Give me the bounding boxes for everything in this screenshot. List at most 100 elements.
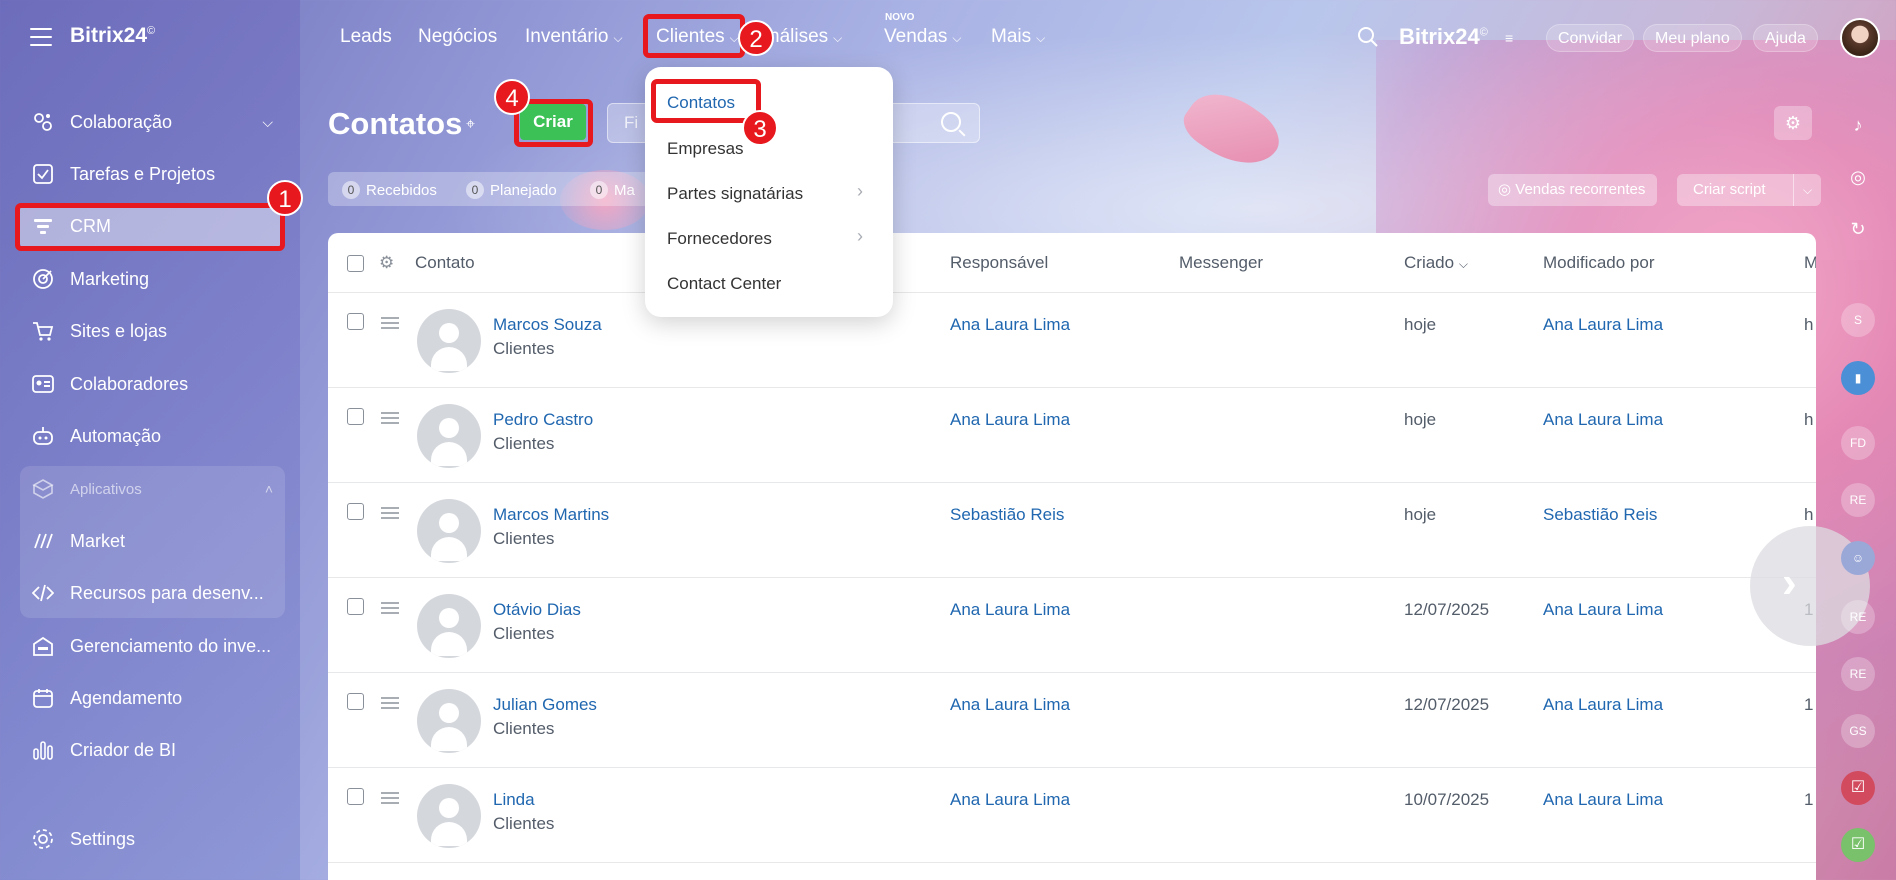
sliders-icon[interactable]: ≡: [1505, 30, 1513, 46]
brand-logo[interactable]: Bitrix24©: [1399, 24, 1488, 50]
copilot-icon[interactable]: ◎: [1841, 160, 1875, 194]
bell-icon[interactable]: ♪: [1841, 108, 1875, 142]
menu-item-empresas[interactable]: Empresas: [667, 139, 744, 159]
counter-more[interactable]: 0 Ma: [590, 181, 635, 199]
counter-received[interactable]: 0 Recebidos: [342, 181, 437, 199]
search-icon[interactable]: [941, 112, 961, 132]
drag-handle-icon[interactable]: [381, 412, 399, 424]
select-all-checkbox[interactable]: [347, 255, 364, 272]
sidebar-item-settings[interactable]: Settings: [20, 816, 285, 862]
table-row[interactable]: Marcos Martins Clientes Sebastião Reis h…: [328, 483, 1816, 578]
column-contato[interactable]: Contato: [415, 253, 475, 273]
contact-name[interactable]: Pedro Castro: [493, 410, 593, 430]
sidebar-item-colaboracao[interactable]: Colaboração ⌵: [20, 99, 285, 145]
column-settings-icon[interactable]: ⚙: [379, 253, 394, 273]
sidebar-item-market[interactable]: Market: [20, 518, 285, 564]
help-button[interactable]: Ajuda: [1753, 24, 1818, 52]
table-row[interactable]: Linda Clientes Ana Laura Lima 10/07/2025…: [328, 768, 1816, 863]
drag-handle-icon[interactable]: [381, 697, 399, 709]
rail-avatar[interactable]: ☺: [1841, 541, 1875, 575]
pin-icon[interactable]: ⌖: [466, 116, 475, 134]
sidebar-item-automacao[interactable]: Automação: [20, 413, 285, 459]
nav-negocios[interactable]: Negócios: [418, 26, 497, 48]
sidebar-item-agendamento[interactable]: Agendamento: [20, 675, 285, 721]
nav-analises[interactable]: nálises ⌵: [769, 26, 842, 48]
owner-link[interactable]: Ana Laura Lima: [950, 315, 1070, 335]
menu-icon[interactable]: [30, 28, 52, 46]
chevron-down-icon[interactable]: ⌵: [1793, 174, 1821, 206]
sidebar-item-inventario[interactable]: Gerenciamento do inve...: [20, 623, 285, 669]
modified-by-link[interactable]: Ana Laura Lima: [1543, 695, 1663, 715]
contact-name[interactable]: Marcos Martins: [493, 505, 609, 525]
create-script-button[interactable]: Criar script ⌵: [1677, 174, 1821, 206]
nav-leads[interactable]: Leads: [340, 26, 392, 48]
contact-name[interactable]: Marcos Souza: [493, 315, 602, 335]
modified-by-link[interactable]: Ana Laura Lima: [1543, 410, 1663, 430]
sidebar-item-recursos[interactable]: Recursos para desenv...: [20, 570, 285, 616]
contact-name[interactable]: Linda: [493, 790, 535, 810]
recurring-sales-button[interactable]: ◎ Vendas recorrentes: [1488, 174, 1658, 206]
sidebar-item-aplicativos[interactable]: Aplicativos ˄: [20, 466, 285, 512]
table-row[interactable]: Pedro Castro Clientes Ana Laura Lima hoj…: [328, 388, 1816, 483]
row-checkbox[interactable]: [347, 598, 364, 615]
settings-gear-button[interactable]: ⚙: [1774, 106, 1812, 140]
drag-handle-icon[interactable]: [381, 317, 399, 329]
drag-handle-icon[interactable]: [381, 792, 399, 804]
modified-by-link[interactable]: Ana Laura Lima: [1543, 600, 1663, 620]
row-checkbox[interactable]: [347, 408, 364, 425]
table-row[interactable]: Marcos Souza Clientes Ana Laura Lima hoj…: [328, 293, 1816, 388]
search-icon[interactable]: [1357, 26, 1379, 53]
user-avatar[interactable]: [1840, 18, 1880, 58]
done-rail-icon[interactable]: ☑: [1841, 828, 1875, 862]
table-row[interactable]: Julian Gomes Clientes Ana Laura Lima 12/…: [328, 673, 1816, 768]
rail-avatar[interactable]: RE: [1841, 483, 1875, 517]
nav-vendas[interactable]: Vendas ⌵: [884, 26, 962, 48]
contact-name[interactable]: Otávio Dias: [493, 600, 581, 620]
modified-by-link[interactable]: Ana Laura Lima: [1543, 790, 1663, 810]
row-checkbox[interactable]: [347, 313, 364, 330]
owner-link[interactable]: Ana Laura Lima: [950, 695, 1070, 715]
menu-item-fornecedores[interactable]: Fornecedores: [667, 229, 772, 249]
nav-mais[interactable]: Mais ⌵: [991, 26, 1045, 48]
column-cut[interactable]: M: [1804, 253, 1816, 273]
owner-link[interactable]: Ana Laura Lima: [950, 600, 1070, 620]
modified-by-link[interactable]: Ana Laura Lima: [1543, 315, 1663, 335]
rail-avatar[interactable]: RE: [1841, 657, 1875, 691]
menu-item-partes[interactable]: Partes signatárias: [667, 184, 803, 204]
rail-avatar[interactable]: S: [1841, 303, 1875, 337]
column-criado[interactable]: Criado ⌵: [1404, 253, 1468, 273]
row-checkbox[interactable]: [347, 503, 364, 520]
chevron-down-icon[interactable]: ⌵: [262, 114, 273, 131]
owner-link[interactable]: Ana Laura Lima: [950, 790, 1070, 810]
modified-by-link[interactable]: Sebastião Reis: [1543, 505, 1657, 525]
owner-link[interactable]: Sebastião Reis: [950, 505, 1064, 525]
column-messenger[interactable]: Messenger: [1179, 253, 1263, 273]
drag-handle-icon[interactable]: [381, 507, 399, 519]
nav-inventario[interactable]: Inventário ⌵: [525, 26, 623, 48]
sidebar-item-sites[interactable]: Sites e lojas: [20, 308, 285, 354]
menu-item-contact-center[interactable]: Contact Center: [667, 274, 781, 294]
row-checkbox[interactable]: [347, 693, 364, 710]
chat-icon[interactable]: ↻: [1841, 212, 1875, 246]
sidebar-item-tarefas[interactable]: Tarefas e Projetos: [20, 151, 285, 197]
owner-link[interactable]: Ana Laura Lima: [950, 410, 1070, 430]
column-modificado[interactable]: Modificado por: [1543, 253, 1655, 273]
plan-button[interactable]: Meu plano: [1643, 24, 1742, 52]
bitrix-logo[interactable]: Bitrix24©: [70, 24, 155, 48]
rail-avatar[interactable]: RE: [1841, 600, 1875, 634]
rail-avatar[interactable]: FD: [1841, 426, 1875, 460]
sidebar-item-marketing[interactable]: Marketing: [20, 256, 285, 302]
drag-handle-icon[interactable]: [381, 602, 399, 614]
invite-button[interactable]: Convidar: [1546, 24, 1635, 52]
column-responsavel[interactable]: Responsável: [950, 253, 1048, 273]
contact-name[interactable]: Julian Gomes: [493, 695, 597, 715]
row-checkbox[interactable]: [347, 788, 364, 805]
tasks-rail-icon[interactable]: ☑: [1841, 771, 1875, 805]
sidebar-item-colaboradores[interactable]: Colaboradores: [20, 361, 285, 407]
sidebar-item-bi[interactable]: Criador de BI: [20, 727, 285, 773]
rail-avatar[interactable]: GS: [1841, 714, 1875, 748]
bookmark-icon[interactable]: ▮: [1841, 361, 1875, 395]
counter-planned[interactable]: 0 Planejado: [466, 181, 557, 199]
chevron-up-icon[interactable]: ˄: [265, 481, 273, 497]
table-row[interactable]: Otávio Dias Clientes Ana Laura Lima 12/0…: [328, 578, 1816, 673]
